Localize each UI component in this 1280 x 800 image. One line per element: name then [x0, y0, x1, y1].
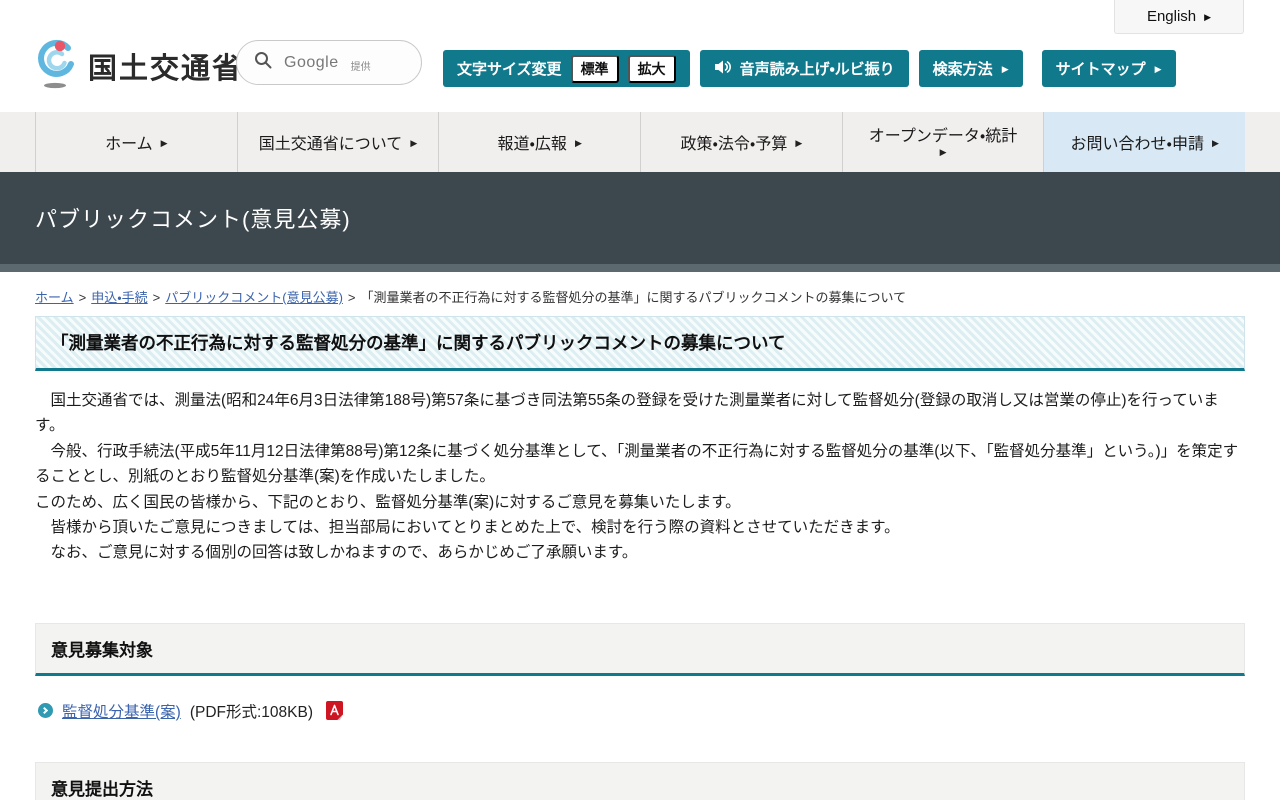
paragraph: このため、広く国民の皆様から、下記のとおり、監督処分基準(案)に対するご意見を募…	[35, 493, 741, 511]
page-title: 「測量業者の不正行為に対する監督処分の基準」に関するパブリックコメントの募集につ…	[35, 316, 1245, 371]
arrow-right-icon: ▶	[1001, 64, 1009, 74]
paragraph: 今般、行政手続法(平成5年11月12日法律第88号)第12条に基づく処分基準とし…	[35, 442, 1239, 486]
paragraph: なお、ご意見に対する個別の回答は致しかねますので、あらかじめご了承願います。	[35, 544, 638, 562]
arrow-right-icon: ▶	[1204, 12, 1212, 22]
breadcrumb-link-home[interactable]: ホーム	[35, 290, 74, 305]
nav-item-home[interactable]: ホーム ▶	[35, 112, 237, 172]
speaker-icon	[714, 59, 731, 79]
global-nav-inner: ホーム ▶ 国土交通省について ▶ 報道・広報 ▶ 政策・法令・予算 ▶ オープ…	[35, 112, 1246, 172]
nav-item-contact[interactable]: お問い合わせ・申請 ▶	[1043, 112, 1246, 172]
search-method-button[interactable]: 検索方法 ▶	[918, 50, 1023, 87]
section-heading-submission-method: 意見提出方法	[35, 761, 1245, 800]
page: English ▶ 国土交通省 Google 提供 文字サイズ変更 標準 拡大 …	[0, 0, 1280, 800]
nav-item-press[interactable]: 報道・広報 ▶	[438, 112, 640, 172]
supervisory-standard-pdf-link[interactable]: 監督処分基準(案)	[62, 700, 181, 722]
site-name: 国土交通省	[88, 52, 244, 85]
search-icon	[254, 51, 272, 74]
nav-label: 報道・広報	[497, 136, 567, 153]
font-size-control: 文字サイズ変更 標準 拡大	[443, 50, 690, 87]
site-logo[interactable]: 国土交通省	[35, 37, 243, 94]
breadcrumb-separator: >	[152, 290, 161, 305]
search-method-label: 検索方法	[932, 61, 993, 78]
english-label: English	[1146, 8, 1197, 25]
nav-item-open-data[interactable]: オープンデータ・統計 ▶	[841, 112, 1044, 172]
arrow-right-icon: ▶	[1154, 64, 1162, 74]
nav-label: オープンデータ・統計	[868, 128, 1018, 146]
sitemap-button[interactable]: サイトマップ ▶	[1041, 50, 1176, 87]
breadcrumb-current: 「測量業者の不正行為に対する監督処分の基準」に関するパブリックコメントの募集につ…	[360, 290, 907, 305]
breadcrumb-separator: >	[347, 290, 356, 305]
pdf-link-row: 監督処分基準(案) (PDF形式:108KB)	[38, 700, 1245, 722]
sitemap-label: サイトマップ	[1055, 61, 1146, 78]
tts-label: 音声読み上げ・ルビ振り	[739, 61, 895, 78]
arrow-right-icon: ▶	[410, 137, 418, 148]
nav-label: ホーム	[105, 136, 153, 153]
breadcrumb-link-public-comment[interactable]: パブリックコメント(意見公募)	[165, 290, 343, 305]
breadcrumb-separator: >	[78, 290, 87, 305]
nav-label: 国土交通省について	[258, 136, 403, 153]
page-band-title: パブリックコメント(意見公募)	[35, 207, 351, 232]
paragraph: 国土交通省では、測量法(昭和24年6月3日法律第188号)第57条に基づき同法第…	[35, 392, 1219, 435]
header-toolbar: 文字サイズ変更 標準 拡大 音声読み上げ・ルビ振り 検索方法 ▶ サイトマップ …	[443, 50, 1176, 87]
search-provided-label: 提供	[350, 61, 371, 73]
english-button[interactable]: English ▶	[1114, 0, 1244, 34]
paragraph: 皆様から頂いたご意見につきましては、担当部局においてとりまとめた上で、検討を行う…	[35, 519, 900, 537]
chevron-bullet-icon	[38, 703, 53, 719]
font-size-label: 文字サイズ変更	[457, 61, 562, 78]
mlit-logo-icon	[35, 37, 79, 94]
arrow-right-icon: ▶	[1211, 137, 1219, 148]
main-content: 「測量業者の不正行為に対する監督処分の基準」に関するパブリックコメントの募集につ…	[0, 316, 1280, 800]
pdf-file-icon	[326, 701, 343, 721]
search-engine-label: Google	[284, 53, 339, 71]
nav-label: お問い合わせ・申請	[1070, 136, 1204, 153]
page-band: パブリックコメント(意見公募)	[0, 172, 1280, 264]
pdf-file-meta: (PDF形式:108KB)	[189, 703, 313, 721]
page-band-strip	[0, 264, 1280, 272]
breadcrumb-link-application[interactable]: 申込・手続	[91, 290, 147, 305]
font-size-standard-button[interactable]: 標準	[570, 54, 619, 83]
arrow-right-icon: ▶	[160, 137, 168, 148]
breadcrumb: ホーム > 申込・手続 > パブリックコメント(意見公募) > 「測量業者の不正行為に対する…	[35, 287, 1245, 306]
search-input[interactable]: Google 提供	[236, 40, 422, 85]
section-heading-comment-target: 意見募集対象	[35, 622, 1245, 676]
nav-item-policy[interactable]: 政策・法令・予算 ▶	[640, 112, 842, 172]
global-nav: ホーム ▶ 国土交通省について ▶ 報道・広報 ▶ 政策・法令・予算 ▶ オープ…	[0, 112, 1280, 172]
tts-button[interactable]: 音声読み上げ・ルビ振り	[699, 50, 909, 87]
arrow-right-icon: ▶	[939, 146, 947, 157]
font-size-large-button[interactable]: 拡大	[627, 54, 676, 83]
arrow-right-icon: ▶	[795, 137, 803, 148]
nav-label: 政策・法令・予算	[680, 136, 788, 153]
arrow-right-icon: ▶	[574, 137, 582, 148]
article-body: 国土交通省では、測量法(昭和24年6月3日法律第188号)第57条に基づき同法第…	[35, 388, 1245, 566]
nav-item-about-mlit[interactable]: 国土交通省について ▶	[236, 112, 439, 172]
site-header: English ▶ 国土交通省 Google 提供 文字サイズ変更 標準 拡大 …	[0, 0, 1280, 112]
